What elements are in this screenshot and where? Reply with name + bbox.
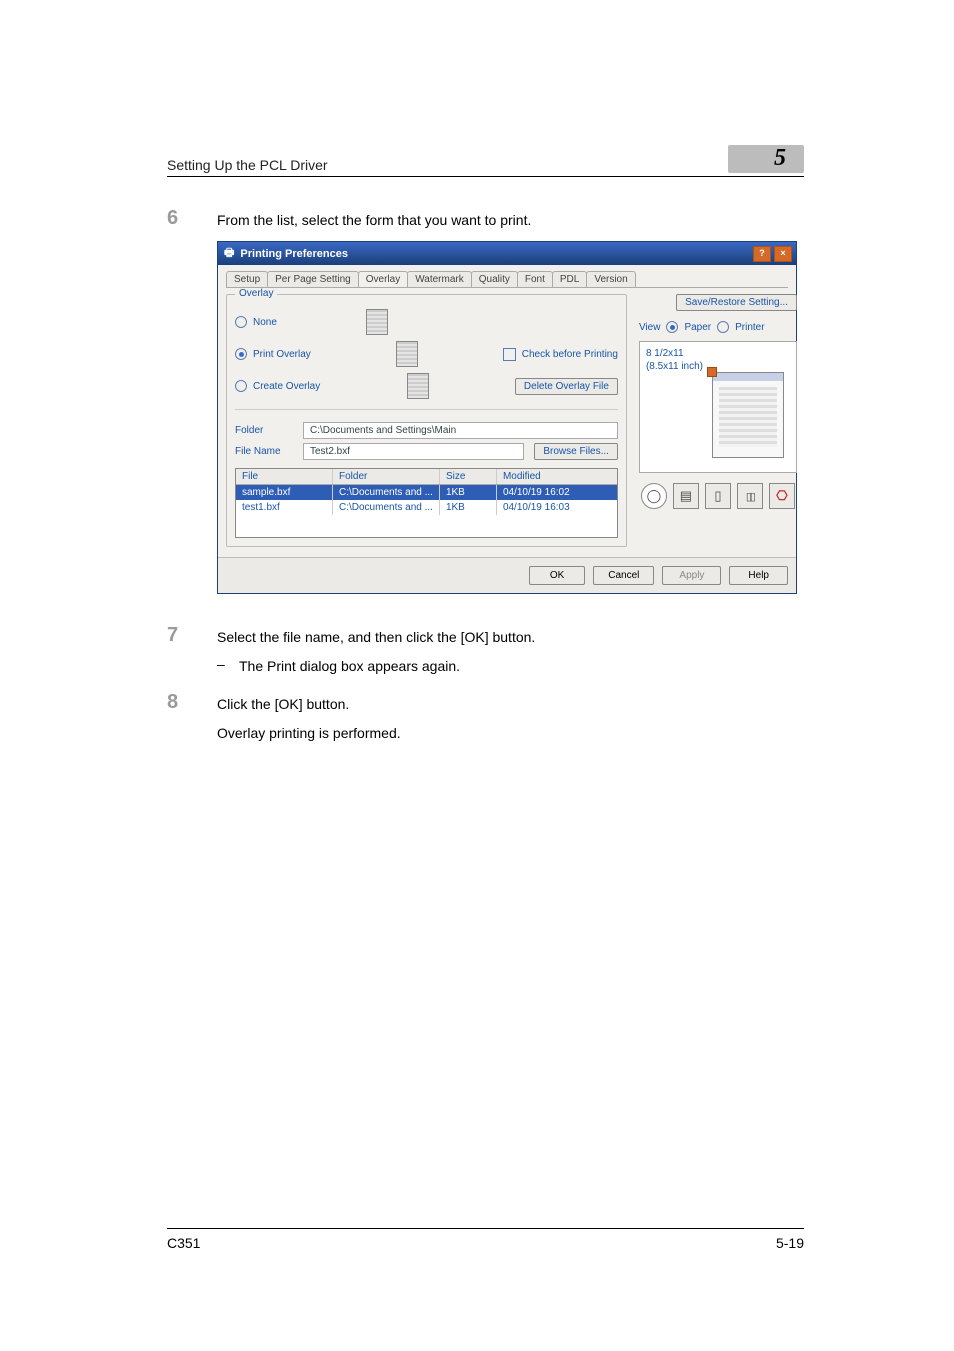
delete-overlay-file-button[interactable]: Delete Overlay File	[515, 378, 618, 395]
filename-value: Test2.bxf	[303, 443, 524, 460]
cell-folder: C:\Documents and ...	[333, 500, 440, 515]
step-result-text: Overlay printing is performed.	[217, 723, 401, 744]
cell-file: sample.bxf	[236, 485, 333, 500]
folder-value: C:\Documents and Settings\Main	[303, 422, 618, 439]
view-label: View	[639, 322, 661, 333]
feature-icon-row: ◯ ▤ ▯ ▯▯ ⎔	[639, 479, 797, 513]
radio-create-overlay[interactable]	[235, 380, 247, 392]
help-button[interactable]: Help	[729, 566, 788, 585]
nup-feature-icon: ▯▯	[737, 483, 763, 509]
folder-label: Folder	[235, 425, 293, 436]
radio-none-label: None	[253, 317, 277, 328]
page-preview-icon	[712, 372, 784, 458]
chapter-number-badge: 5	[728, 145, 804, 173]
footer-model: C351	[167, 1235, 200, 1251]
step-number: 7	[167, 624, 217, 648]
printing-preferences-figure: 🖶 Printing Preferences ? × Setup Per Pag…	[217, 241, 804, 594]
step-text: Select the file name, and then click the…	[217, 624, 535, 648]
overlay-feature-icon: ▤	[673, 483, 699, 509]
cell-folder: C:\Documents and ...	[333, 485, 440, 500]
feature-icon: ▯	[705, 483, 731, 509]
overlay-file-list[interactable]: File Folder Size Modified sample.bxf C:\…	[235, 468, 618, 538]
list-item[interactable]: test1.bxf C:\Documents and ... 1KB 04/10…	[236, 500, 617, 515]
cancel-button[interactable]: Cancel	[593, 566, 654, 585]
col-file[interactable]: File	[236, 469, 333, 484]
radio-view-printer[interactable]	[717, 321, 729, 333]
list-item[interactable]: sample.bxf C:\Documents and ... 1KB 04/1…	[236, 485, 617, 500]
check-before-label: Check before Printing	[522, 349, 618, 360]
list-dash: –	[217, 656, 239, 677]
staple-feature-icon: ⎔	[769, 483, 795, 509]
dialog-title: Printing Preferences	[240, 248, 348, 260]
col-size[interactable]: Size	[440, 469, 497, 484]
overlay-print-thumb-icon	[396, 341, 418, 367]
step-text: Click the [OK] button.	[217, 691, 349, 715]
radio-none[interactable]	[235, 316, 247, 328]
tab-version[interactable]: Version	[586, 271, 635, 287]
overlay-none-thumb-icon	[366, 309, 388, 335]
step-number: 8	[167, 691, 217, 715]
step-sub-text: The Print dialog box appears again.	[239, 656, 460, 677]
tab-overlay[interactable]: Overlay	[358, 271, 408, 287]
footer-page: 5-19	[776, 1235, 804, 1251]
ok-button[interactable]: OK	[529, 566, 585, 585]
radio-view-paper[interactable]	[666, 321, 678, 333]
tab-quality[interactable]: Quality	[471, 271, 518, 287]
help-button[interactable]: ?	[753, 246, 771, 262]
view-printer-label: Printer	[735, 322, 764, 333]
step-text: From the list, select the form that you …	[217, 207, 531, 231]
section-title: Setting Up the PCL Driver	[167, 157, 328, 173]
cell-size: 1KB	[440, 500, 497, 515]
feature-icon: ◯	[641, 483, 667, 509]
overlay-create-thumb-icon	[407, 373, 429, 399]
cell-file: test1.bxf	[236, 500, 333, 515]
step-number: 6	[167, 207, 217, 231]
tab-watermark[interactable]: Watermark	[407, 271, 472, 287]
cell-size: 1KB	[440, 485, 497, 500]
save-restore-button[interactable]: Save/Restore Setting...	[676, 294, 797, 311]
printer-icon: 🖶	[224, 244, 234, 263]
cell-modified: 04/10/19 16:03	[497, 500, 617, 515]
view-paper-label: Paper	[684, 322, 711, 333]
tab-setup[interactable]: Setup	[226, 271, 268, 287]
tab-font[interactable]: Font	[517, 271, 553, 287]
paper-size-main: 8 1/2x11	[646, 348, 790, 361]
tab-pdl[interactable]: PDL	[552, 271, 587, 287]
col-folder[interactable]: Folder	[333, 469, 440, 484]
tab-bar: Setup Per Page Setting Overlay Watermark…	[226, 271, 788, 288]
radio-create-label: Create Overlay	[253, 381, 320, 392]
filename-label: File Name	[235, 446, 293, 457]
apply-button[interactable]: Apply	[662, 566, 721, 585]
paper-preview-box: 8 1/2x11 (8.5x11 inch)	[639, 341, 797, 473]
close-button[interactable]: ×	[774, 246, 792, 262]
overlay-group-label: Overlay	[235, 288, 277, 299]
printing-preferences-dialog: 🖶 Printing Preferences ? × Setup Per Pag…	[217, 241, 797, 594]
tab-per-page-setting[interactable]: Per Page Setting	[267, 271, 359, 287]
browse-files-button[interactable]: Browse Files...	[534, 443, 618, 460]
check-before-printing[interactable]	[503, 348, 516, 361]
radio-print-overlay[interactable]	[235, 348, 247, 360]
col-modified[interactable]: Modified	[497, 469, 617, 484]
radio-print-label: Print Overlay	[253, 349, 311, 360]
cell-modified: 04/10/19 16:02	[497, 485, 617, 500]
